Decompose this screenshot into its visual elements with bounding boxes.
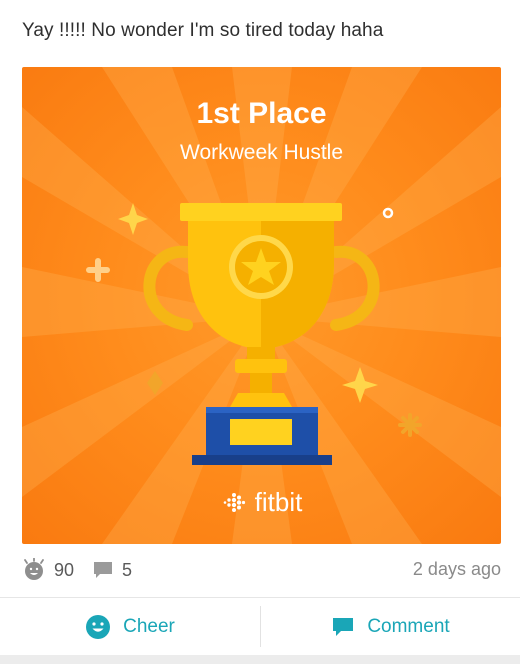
cheer-face-icon — [24, 558, 44, 580]
comment-button-label: Comment — [367, 615, 450, 637]
fitbit-logo-icon — [223, 492, 245, 512]
cheer-button-label: Cheer — [123, 615, 175, 637]
plus-sparkle-icon — [86, 258, 110, 282]
fitbit-brand: fitbit — [22, 487, 501, 518]
comment-count-value: 5 — [122, 559, 133, 580]
sparkle-icon — [342, 367, 378, 403]
cheer-button[interactable]: Cheer — [0, 598, 260, 655]
cheer-count-value: 90 — [54, 559, 75, 580]
asterisk-sparkle-icon — [398, 413, 422, 437]
sparkle-icon — [118, 203, 148, 235]
trophy-icon — [86, 203, 422, 465]
brand-name: fitbit — [254, 487, 303, 517]
post-timestamp: 2 days ago — [412, 559, 501, 579]
diamond-sparkle-icon — [147, 371, 163, 395]
comment-icon — [333, 617, 354, 636]
bottom-separator — [0, 655, 520, 664]
badge-card[interactable]: 1st Place Workweek Hustle fitbit — [22, 67, 501, 544]
cheer-smile-icon — [86, 614, 111, 639]
post-text: Yay !!!!! No wonder I'm so tired today h… — [22, 20, 384, 41]
dot-sparkle-icon — [382, 207, 394, 219]
post-stats: 90 5 2 days ago — [22, 556, 501, 584]
comment-button[interactable]: Comment — [261, 598, 520, 655]
cheer-count[interactable]: 90 — [22, 556, 74, 584]
comment-count[interactable]: 5 — [92, 556, 132, 584]
post-actions: Cheer Comment — [0, 598, 520, 655]
comment-bubble-icon — [94, 562, 112, 578]
